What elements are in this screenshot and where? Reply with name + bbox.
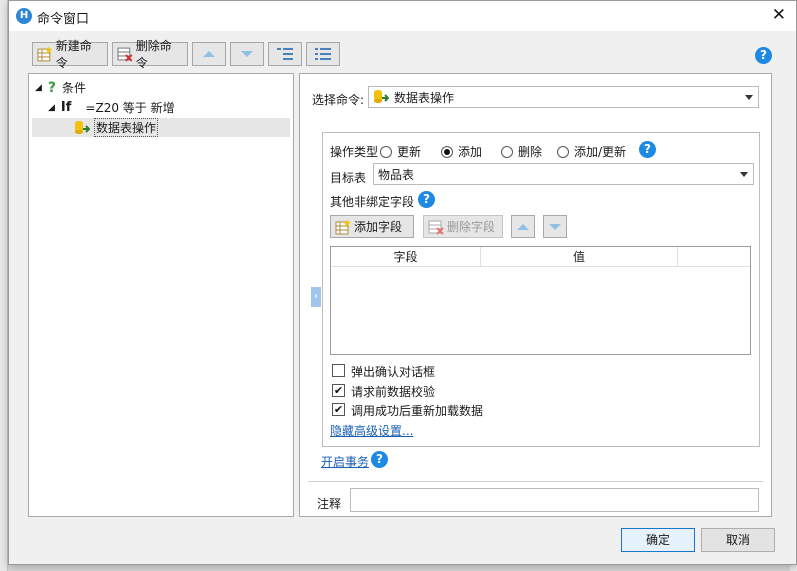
add-field-button[interactable]: 添加字段: [330, 215, 414, 238]
help-icon[interactable]: ?: [755, 47, 772, 64]
tree-node-condition[interactable]: ◢ ? 条件: [35, 79, 86, 96]
delete-command-label: 删除命令: [135, 39, 172, 70]
field-move-down-button[interactable]: [543, 215, 567, 238]
delete-field-button[interactable]: 删除字段: [423, 215, 503, 238]
table-operation-icon: [374, 90, 389, 103]
add-field-label: 添加字段: [354, 220, 403, 234]
unbound-fields-help-icon[interactable]: ?: [418, 191, 435, 208]
radio-circle[interactable]: [501, 145, 513, 158]
divider: [308, 481, 763, 482]
fields-table-header: 字段 值: [331, 247, 750, 267]
cancel-button[interactable]: 取消: [701, 528, 775, 552]
command-settings-panel: 选择命令: 数据表操作 操作类型 更新 添加 删除 添加/更新? 目标表 物品表 其他…: [299, 73, 772, 517]
tree-node-table-action[interactable]: 数据表操作: [32, 118, 290, 137]
radio-circle[interactable]: [441, 145, 453, 158]
close-button[interactable]: ✕: [772, 6, 786, 24]
tree-if-expression: =Z20 等于 新增: [85, 101, 175, 115]
comment-label: 注释: [317, 497, 342, 511]
arrow-down-icon: [241, 51, 253, 57]
window-title: 命令窗口: [37, 12, 90, 27]
select-command-label: 选择命令:: [312, 93, 365, 107]
checkbox-0[interactable]: [332, 364, 345, 377]
command-tree-panel: ◢ ? 条件 ◢ If =Z20 等于 新增 数据表操作: [28, 73, 294, 517]
checkbox-1[interactable]: ✔: [332, 384, 345, 397]
outdent-button[interactable]: [306, 42, 340, 66]
expand-triangle-icon[interactable]: ◢: [48, 103, 55, 113]
arrow-up-icon: [203, 51, 215, 57]
op-type-radio-2[interactable]: 删除: [501, 143, 542, 160]
fields-table: 字段 值: [330, 246, 751, 355]
comment-input[interactable]: [350, 488, 759, 512]
ok-button[interactable]: 确定: [621, 528, 695, 552]
question-icon: ?: [47, 79, 57, 96]
op-type-label: 添加/更新: [574, 145, 627, 159]
command-select[interactable]: 数据表操作: [368, 86, 759, 108]
delete-field-icon: [428, 220, 444, 235]
checkbox-label-1[interactable]: 请求前数据校验: [351, 383, 435, 400]
panel-collapse-handle[interactable]: ›: [311, 287, 321, 307]
column-header-field[interactable]: 字段: [331, 247, 481, 266]
unbound-fields-label: 其他非绑定字段: [330, 195, 415, 209]
target-table-label: 目标表: [330, 171, 367, 185]
checkbox-label-0[interactable]: 弹出确认对话框: [351, 363, 435, 380]
move-down-button[interactable]: [230, 42, 264, 66]
open-transaction-link[interactable]: 开启事务: [321, 453, 369, 470]
op-type-label: 删除: [518, 145, 543, 159]
op-type-radio-1[interactable]: 添加: [441, 143, 482, 160]
transaction-help-icon[interactable]: ?: [371, 451, 388, 468]
settings-group: 操作类型 更新 添加 删除 添加/更新? 目标表 物品表 其他非绑定字段 ? 添加字段: [322, 132, 760, 447]
add-field-icon: [335, 218, 351, 234]
checkbox-label-2[interactable]: 调用成功后重新加载数据: [351, 402, 483, 419]
indent-icon: [277, 48, 293, 60]
tree-node-if[interactable]: ◢ If =Z20 等于 新增: [48, 99, 175, 116]
op-type-radio-3[interactable]: 添加/更新: [557, 143, 626, 160]
outdent-icon: [315, 48, 331, 60]
field-move-up-button[interactable]: [511, 215, 535, 238]
arrow-down-icon: [549, 223, 561, 230]
delete-command-button[interactable]: 删除命令: [112, 39, 188, 70]
hide-advanced-link[interactable]: 隐藏高级设置...: [330, 422, 413, 439]
new-command-icon: [37, 46, 53, 62]
target-table-value: 物品表: [378, 167, 415, 182]
chevron-down-icon: [745, 95, 753, 100]
delete-field-label: 删除字段: [447, 220, 496, 234]
table-operation-icon: [75, 120, 90, 134]
tree-condition-label: 条件: [62, 81, 87, 95]
checkbox-2[interactable]: ✔: [332, 403, 345, 416]
background-app: [0, 0, 8, 571]
app-logo-icon: H: [16, 8, 32, 24]
operation-type-label: 操作类型: [330, 145, 379, 159]
tree-if-keyword: If: [60, 100, 72, 115]
target-table-select[interactable]: 物品表: [373, 163, 754, 185]
chevron-down-icon: [740, 172, 748, 177]
op-type-label: 添加: [458, 145, 483, 159]
column-header-value[interactable]: 值: [481, 247, 678, 266]
move-up-button[interactable]: [192, 42, 226, 66]
operation-type-help-icon[interactable]: ?: [639, 141, 656, 158]
delete-command-icon: [117, 47, 133, 62]
expand-triangle-icon[interactable]: ◢: [35, 83, 42, 93]
radio-circle[interactable]: [557, 145, 569, 158]
op-type-radio-0[interactable]: 更新: [380, 143, 421, 160]
tree-action-label: 数据表操作: [94, 118, 159, 137]
new-command-button[interactable]: 新建命令: [32, 39, 108, 70]
radio-circle[interactable]: [380, 145, 392, 158]
title-bar: H 命令窗口 ✕: [9, 1, 796, 31]
arrow-up-icon: [517, 223, 529, 230]
command-select-value: 数据表操作: [394, 90, 455, 105]
op-type-label: 更新: [397, 145, 422, 159]
new-command-label: 新建命令: [55, 39, 92, 70]
command-dialog: H 命令窗口 ✕ 新建命令 删除命令 ? ◢ ? 条件 ◢ If =Z20 等于…: [8, 0, 797, 565]
indent-button[interactable]: [268, 42, 302, 66]
